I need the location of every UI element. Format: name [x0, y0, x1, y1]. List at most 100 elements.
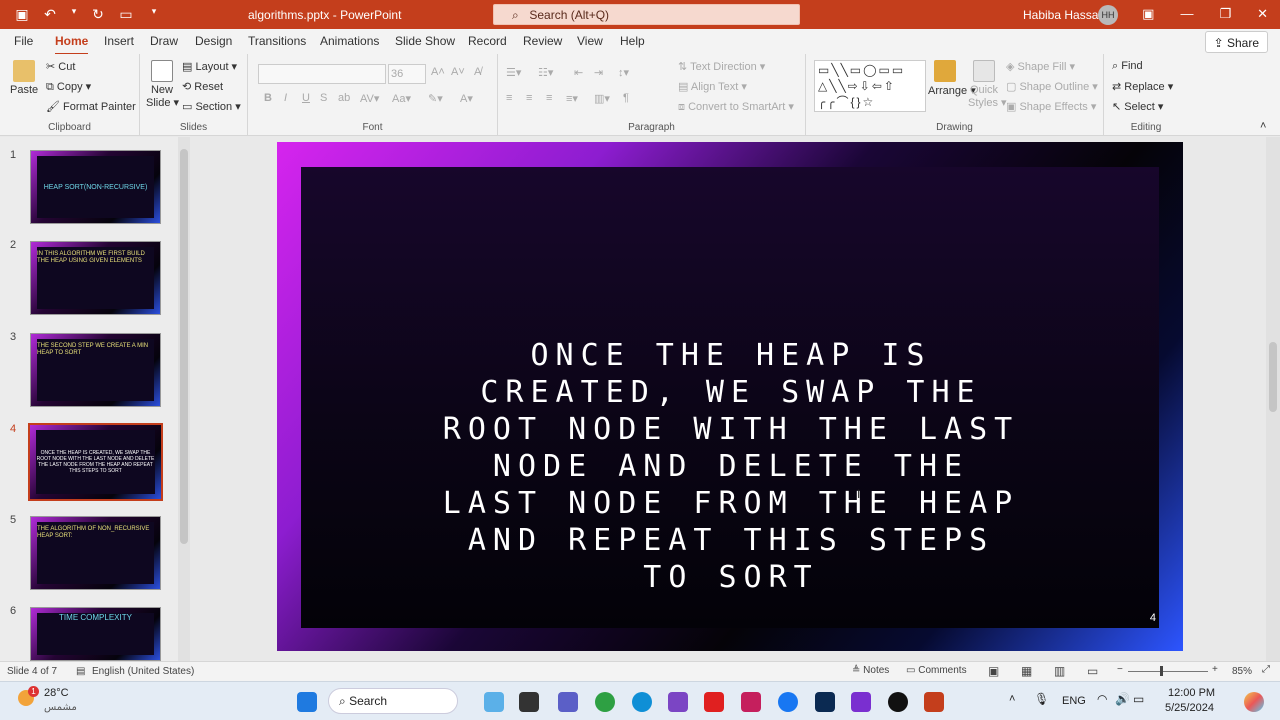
customize-qat-icon[interactable]: ▾	[146, 6, 162, 23]
arrange-button[interactable]: Arrange ▾	[928, 60, 976, 97]
windows-start-icon[interactable]	[297, 692, 317, 712]
collapse-ribbon-icon[interactable]: ˄	[1260, 120, 1266, 132]
widgets-icon[interactable]	[484, 692, 504, 712]
bold-button[interactable]: B	[264, 92, 272, 104]
convert-smartart-button[interactable]: ⧈ Convert to SmartArt ▾	[678, 100, 794, 114]
search-box[interactable]: ⌕ Search (Alt+Q)	[493, 4, 800, 25]
canvas-scrollbar[interactable]	[1266, 137, 1280, 661]
notes-button[interactable]: ≜ Notes	[852, 665, 889, 676]
microphone-icon[interactable]: 🎙	[1034, 692, 1049, 706]
slide-sorter-icon[interactable]: ▦	[1021, 664, 1032, 678]
tab-home[interactable]: Home	[55, 34, 89, 56]
reading-view-icon[interactable]: ▥	[1054, 664, 1065, 678]
thumbnail-slide-5[interactable]: THE ALGORITHM OF NON_RECURSIVE HEAP SORT…	[30, 516, 161, 590]
align-left-icon[interactable]: ≡	[506, 92, 512, 104]
zoom-in-icon[interactable]: +	[1212, 664, 1218, 675]
new-slide-button[interactable]: New Slide ▾	[146, 60, 179, 109]
layout-button[interactable]: ▤ Layout ▾	[182, 60, 237, 73]
shape-effects-button[interactable]: ▣ Shape Effects ▾	[1006, 100, 1096, 113]
columns-icon[interactable]: ▥▾	[594, 92, 610, 105]
align-center-icon[interactable]: ≡	[526, 92, 532, 104]
case-icon[interactable]: Aa▾	[392, 92, 411, 105]
tab-animations[interactable]: Animations	[320, 34, 379, 48]
photoshop-icon[interactable]	[815, 692, 835, 712]
change-case-icon[interactable]: AV▾	[360, 92, 379, 105]
volume-icon[interactable]: 🔊	[1115, 692, 1130, 706]
thumbnail-slide-6[interactable]: TIME COMPLEXITY	[30, 607, 161, 661]
font-size-select[interactable]: 36	[388, 64, 426, 84]
numbering-icon[interactable]: ☷▾	[538, 66, 553, 79]
zoom-out-icon[interactable]: −	[1117, 664, 1123, 675]
tab-design[interactable]: Design	[195, 34, 232, 48]
task-view-icon[interactable]	[519, 692, 539, 712]
close-icon[interactable]: ✕	[1257, 6, 1268, 22]
tab-insert[interactable]: Insert	[104, 34, 134, 48]
tab-transitions[interactable]: Transitions	[248, 34, 306, 48]
minimize-icon[interactable]: —	[1180, 6, 1193, 22]
spellcheck-icon[interactable]: ▤	[76, 666, 85, 677]
thumbnail-slide-2[interactable]: IN THIS ALGORITHM WE FIRST BUILD THE HEA…	[30, 241, 161, 315]
tab-help[interactable]: Help	[620, 34, 645, 48]
highlight-icon[interactable]: ✎▾	[428, 92, 443, 105]
align-text-button[interactable]: ▤ Align Text ▾	[678, 80, 747, 93]
tab-file[interactable]: File	[14, 34, 33, 48]
chrome-icon[interactable]	[595, 692, 615, 712]
redo-icon[interactable]: ↻	[90, 6, 106, 23]
section-button[interactable]: ▭ Section ▾	[182, 100, 241, 113]
line-spacing-icon[interactable]: ↕▾	[618, 66, 629, 79]
tab-slide-show[interactable]: Slide Show	[395, 34, 455, 48]
obs-icon[interactable]	[888, 692, 908, 712]
tab-record[interactable]: Record	[468, 34, 507, 48]
replace-button[interactable]: ⇄ Replace ▾	[1112, 80, 1173, 93]
ribbon-display-icon[interactable]: ▣	[1142, 6, 1154, 22]
font-family-select[interactable]	[258, 64, 386, 84]
tab-view[interactable]: View	[577, 34, 603, 48]
youtube-icon[interactable]	[704, 692, 724, 712]
teams-icon[interactable]	[558, 692, 578, 712]
paragraph-mark-icon[interactable]: ¶	[623, 92, 629, 104]
facebook-icon[interactable]	[778, 692, 798, 712]
underline-button[interactable]: U	[302, 92, 310, 104]
wifi-icon[interactable]: ◠	[1097, 692, 1107, 706]
visual-studio-icon[interactable]	[668, 692, 688, 712]
thumbnail-slide-1[interactable]: HEAP SORT(NON-RECURSIVE)	[30, 150, 161, 224]
shapes-gallery[interactable]: ▭╲╲▭◯▭▭ △╲╲⇨⇩⇦⇧ ╭╭⌒{}☆	[814, 60, 926, 112]
format-painter-button[interactable]: 🖌 Format Painter	[46, 100, 136, 113]
normal-view-icon[interactable]: ▣	[988, 664, 999, 678]
justify-icon[interactable]: ≡▾	[566, 92, 578, 105]
thumbnail-slide-4[interactable]: ONCE THE HEAP IS CREATED, WE SWAP THE RO…	[28, 423, 163, 501]
share-button[interactable]: ⇪ Share	[1204, 31, 1268, 53]
slideshow-icon[interactable]: ▭	[1087, 664, 1098, 678]
strikethrough-button[interactable]: S	[320, 92, 327, 104]
taskbar-search[interactable]: ⌕ Search	[328, 688, 458, 714]
language[interactable]: English (United States)	[92, 666, 194, 677]
zoom-slider-thumb[interactable]	[1160, 666, 1163, 676]
tray-overflow-icon[interactable]: ˄	[1009, 693, 1015, 705]
char-spacing-icon[interactable]: ab	[338, 92, 350, 104]
undo-icon[interactable]: ↶	[42, 6, 58, 23]
scrollbar-thumb[interactable]	[180, 149, 188, 544]
edge-icon[interactable]	[632, 692, 652, 712]
find-button[interactable]: ⌕ Find	[1112, 60, 1143, 73]
reset-button[interactable]: ⟲ Reset	[182, 80, 223, 93]
clear-format-icon[interactable]: A̸	[474, 66, 481, 78]
input-language[interactable]: ENG	[1062, 695, 1086, 707]
thumbnail-scrollbar[interactable]	[178, 137, 190, 661]
battery-icon[interactable]: ▭	[1133, 692, 1144, 706]
select-button[interactable]: ↖ Select ▾	[1112, 100, 1163, 113]
user-name[interactable]: Habiba Hassan	[1023, 8, 1105, 22]
scrollbar-thumb[interactable]	[1269, 342, 1277, 412]
font-color-icon[interactable]: A▾	[460, 92, 473, 105]
shape-outline-button[interactable]: ▢ Shape Outline ▾	[1006, 80, 1098, 93]
slide[interactable]: ONCE THE HEAP IS CREATED, WE SWAP THE RO…	[277, 142, 1183, 651]
avatar[interactable]: HH	[1098, 5, 1118, 25]
decrease-indent-icon[interactable]: ⇤	[574, 66, 583, 79]
comments-button[interactable]: ▭ Comments	[906, 665, 967, 676]
tab-draw[interactable]: Draw	[150, 34, 178, 48]
zoom-level[interactable]: 85%	[1232, 666, 1252, 677]
text-direction-button[interactable]: ⇅ Text Direction ▾	[678, 60, 765, 73]
slide-body-text[interactable]: ONCE THE HEAP IS CREATED, WE SWAP THE RO…	[441, 337, 1021, 596]
thumbnail-slide-3[interactable]: THE SECOND STEP WE CREATE A MIN HEAP TO …	[30, 333, 161, 407]
tab-review[interactable]: Review	[523, 34, 562, 48]
bullets-icon[interactable]: ☰▾	[506, 66, 521, 79]
